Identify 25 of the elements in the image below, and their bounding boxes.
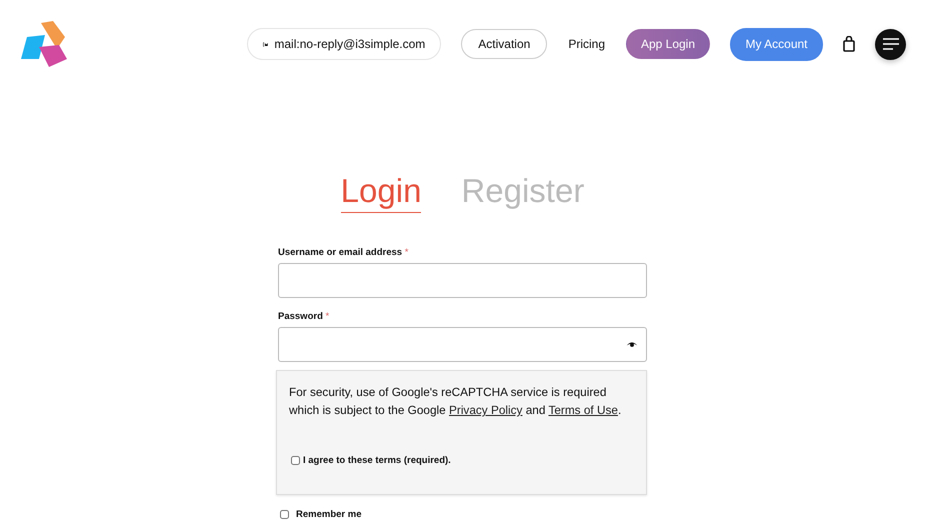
input-field[interactable]: [278, 263, 647, 298]
field-label: Password: [278, 311, 323, 322]
required-mark: *: [404, 247, 408, 258]
menu-icon: [882, 38, 898, 50]
captcha-notice: For security, use of Google's reCAPTCHA service is required which is subject to the Google Privacy Policy and Terms of Use.: [289, 384, 622, 419]
remember-label: Remember me: [296, 509, 362, 520]
nav-button[interactable]: Pricing: [563, 29, 610, 59]
terms-of-use-link[interactable]: Terms of Use: [548, 403, 618, 417]
shopping-bag-icon[interactable]: [843, 36, 855, 52]
privacy-policy-link[interactable]: Privacy Policy: [449, 403, 522, 417]
field-label: Username or email address: [278, 247, 402, 258]
logo-icon[interactable]: [19, 19, 69, 69]
required-mark: *: [326, 311, 330, 322]
input-field[interactable]: [278, 327, 647, 362]
eye-icon[interactable]: [626, 341, 638, 348]
nav-button[interactable]: My Account: [730, 28, 823, 60]
menu-button[interactable]: [875, 28, 906, 60]
nav-button[interactable]: Activation: [461, 29, 548, 59]
nav-button[interactable]: App Login: [626, 29, 710, 59]
email-pill[interactable]: mail:no-reply@i3simple.com: [247, 28, 442, 60]
email-address[interactable]: mail:no-reply@i3simple.com: [274, 37, 426, 51]
remember-checkbox[interactable]: [280, 510, 289, 519]
tab[interactable]: Login: [340, 172, 422, 213]
agree-checkbox[interactable]: [291, 456, 300, 465]
agree-label: I agree to these terms (required).: [303, 455, 451, 466]
